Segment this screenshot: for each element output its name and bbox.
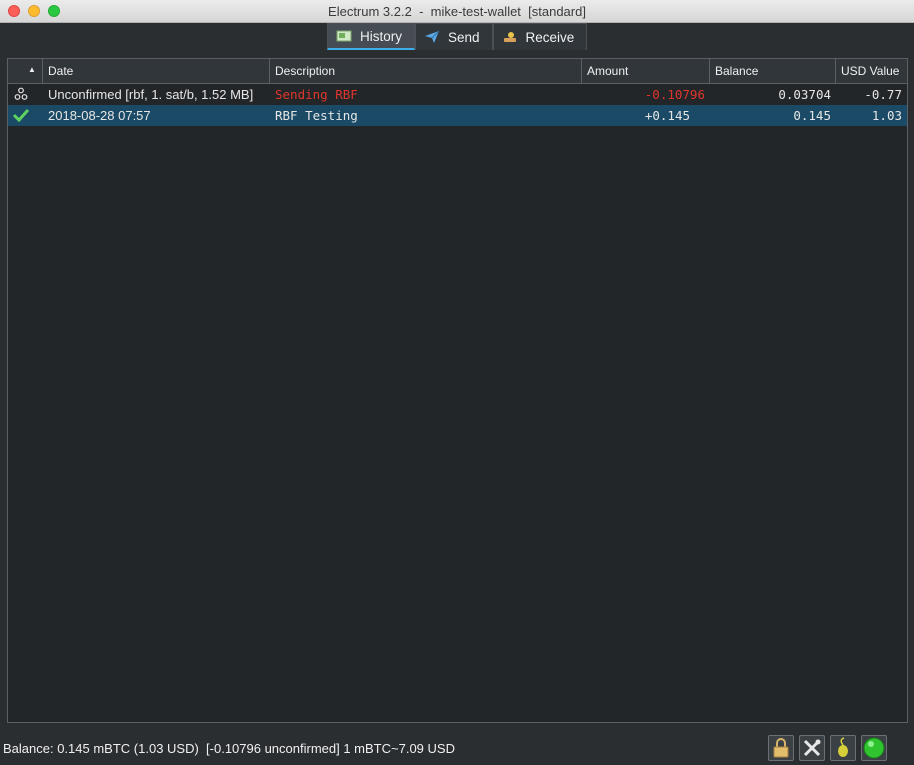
unconfirmed-icon <box>8 84 43 105</box>
row-amount: -0.10796 <box>644 87 705 102</box>
row-amount: +0.145 <box>644 108 690 123</box>
history-icon <box>336 29 352 43</box>
tab-history-label: History <box>360 28 403 44</box>
window-title: Electrum 3.2.2 - mike-test-wallet [stand… <box>328 4 586 19</box>
tab-history[interactable]: History <box>327 23 416 50</box>
status-bar: Balance: 0.145 mBTC (1.03 USD) [-0.10796… <box>0 732 914 765</box>
lock-button[interactable] <box>768 735 794 761</box>
row-usd-value: -0.77 <box>864 87 902 102</box>
lock-icon <box>773 738 789 758</box>
seed-icon <box>838 737 848 757</box>
sort-ascending-icon: ▲ <box>28 65 36 74</box>
column-header-date[interactable]: Date <box>43 59 270 83</box>
tab-receive-label: Receive <box>525 29 575 45</box>
table-row[interactable]: Unconfirmed [rbf, 1. sat/b, 1.52 MB] Sen… <box>8 84 907 105</box>
table-row[interactable]: 2018-08-28 07:57 RBF Testing +0.145 0.14… <box>8 105 907 126</box>
seed-button[interactable] <box>830 735 856 761</box>
tools-icon <box>803 739 821 757</box>
row-usd-value: 1.03 <box>871 108 902 123</box>
row-date: Unconfirmed [rbf, 1. sat/b, 1.52 MB] <box>48 87 254 102</box>
table-header: ▲ Date Description Amount Balance USD Va… <box>8 59 907 84</box>
row-balance: 0.03704 <box>778 87 831 102</box>
column-header-amount[interactable]: Amount <box>582 59 710 83</box>
tab-send-label: Send <box>448 29 480 45</box>
row-description: Sending RBF <box>275 87 358 102</box>
balance-status: Balance: 0.145 mBTC (1.03 USD) [-0.10796… <box>3 741 455 756</box>
row-date: 2018-08-28 07:57 <box>48 108 151 123</box>
confirmed-check-icon <box>8 105 43 126</box>
row-description: RBF Testing <box>275 108 358 123</box>
column-header-description[interactable]: Description <box>270 59 582 83</box>
tab-receive[interactable]: Receive <box>492 23 588 50</box>
network-status-icon <box>863 737 885 759</box>
column-header-usd-value[interactable]: USD Value <box>836 59 907 83</box>
tab-bar: History Send Receive <box>327 23 588 51</box>
column-header-status[interactable]: ▲ <box>8 59 43 83</box>
preferences-button[interactable] <box>799 735 825 761</box>
column-header-balance[interactable]: Balance <box>710 59 836 83</box>
tab-send[interactable]: Send <box>415 23 493 50</box>
send-paper-plane-icon <box>424 30 440 44</box>
title-bar: Electrum 3.2.2 - mike-test-wallet [stand… <box>0 0 914 23</box>
network-status-button[interactable] <box>861 735 887 761</box>
row-balance: 0.145 <box>793 108 831 123</box>
receive-hand-icon <box>502 30 518 44</box>
history-table[interactable]: ▲ Date Description Amount Balance USD Va… <box>7 58 908 723</box>
